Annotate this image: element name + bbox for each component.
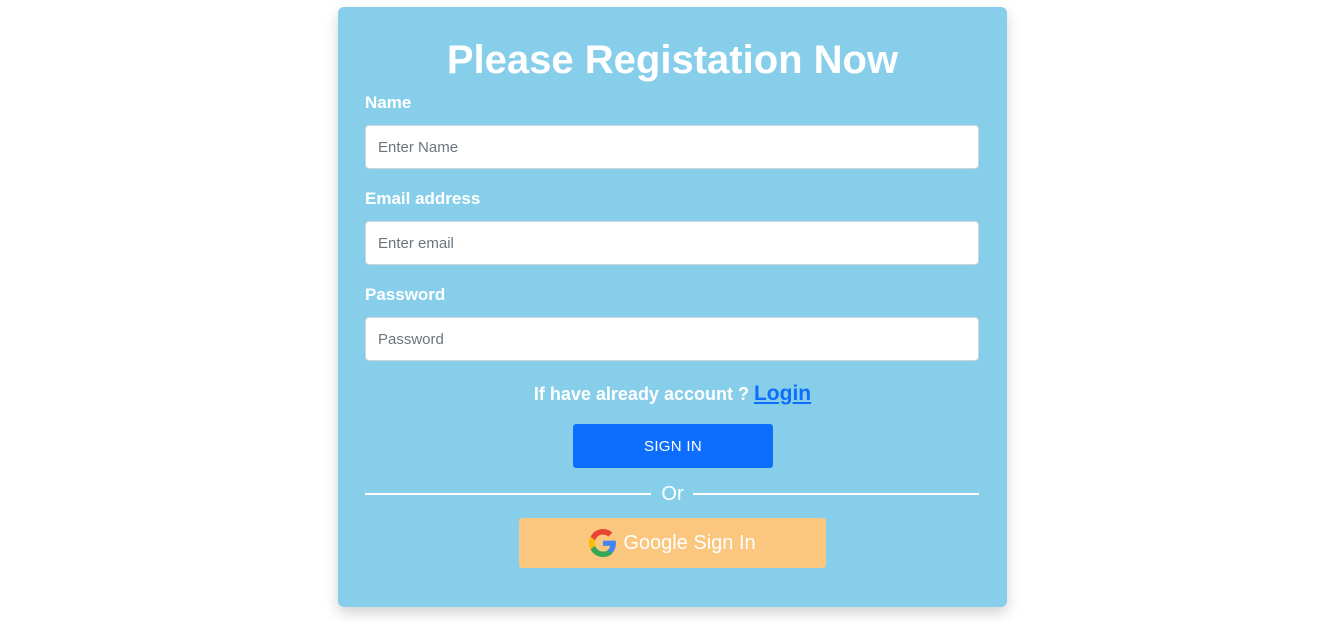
divider-line-right <box>693 493 979 495</box>
google-logo-icon <box>589 529 617 557</box>
name-input[interactable] <box>365 125 979 169</box>
login-prompt-text: If have already account ? <box>533 384 749 404</box>
name-label: Name <box>365 93 412 112</box>
page-title: Please Registation Now <box>446 38 899 82</box>
email-input[interactable] <box>365 221 979 265</box>
google-sign-in-button[interactable]: Google Sign In <box>519 518 826 568</box>
google-sign-in-label: Google Sign In <box>623 531 756 554</box>
email-label: Email address <box>365 189 481 208</box>
sign-in-button[interactable]: SIGN IN <box>573 424 773 468</box>
login-link[interactable]: Login <box>754 382 811 405</box>
password-label: Password <box>365 285 446 304</box>
password-input[interactable] <box>365 317 979 361</box>
login-prompt: If have already account ? Login <box>338 382 1007 406</box>
registration-card: Please Registation Now Name Email addres… <box>338 7 1007 607</box>
